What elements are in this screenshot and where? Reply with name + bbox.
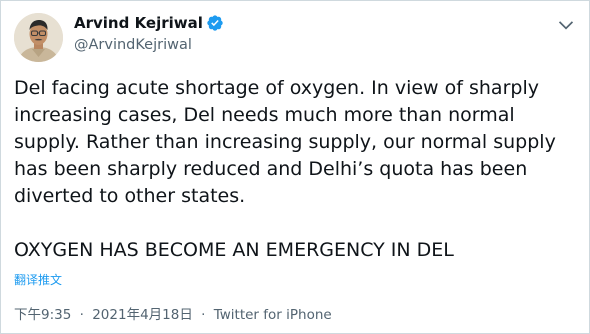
author-block: Arvind Kejriwal @ArvindKejriwal — [74, 13, 224, 55]
verified-badge-icon — [206, 14, 224, 32]
meta-separator: · — [79, 307, 84, 323]
author-handle[interactable]: @ArvindKejriwal — [74, 35, 224, 55]
tweet-paragraph: Del facing acute shortage of oxygen. In … — [14, 77, 556, 207]
tweet-source[interactable]: Twitter for iPhone — [214, 307, 332, 323]
author-display-name[interactable]: Arvind Kejriwal — [74, 13, 203, 33]
tweet-paragraph: OXYGEN HAS BECOME AN EMERGENCY IN DEL — [14, 239, 454, 261]
avatar-image — [14, 13, 63, 62]
tweet-time[interactable]: 下午9:35 — [14, 307, 71, 323]
meta-separator: · — [201, 307, 206, 323]
name-row: Arvind Kejriwal — [74, 13, 224, 33]
tweet-metadata: 下午9:35 · 2021年4月18日 · Twitter for iPhone — [14, 306, 332, 324]
tweet-text: Del facing acute shortage of oxygen. In … — [14, 75, 580, 264]
chevron-down-icon[interactable] — [556, 15, 576, 35]
tweet-card: Arvind Kejriwal @ArvindKejriwal Del faci… — [0, 0, 590, 334]
translate-tweet-link[interactable]: 翻译推文 — [14, 273, 62, 287]
avatar[interactable] — [14, 13, 63, 62]
tweet-date[interactable]: 2021年4月18日 — [92, 307, 193, 323]
